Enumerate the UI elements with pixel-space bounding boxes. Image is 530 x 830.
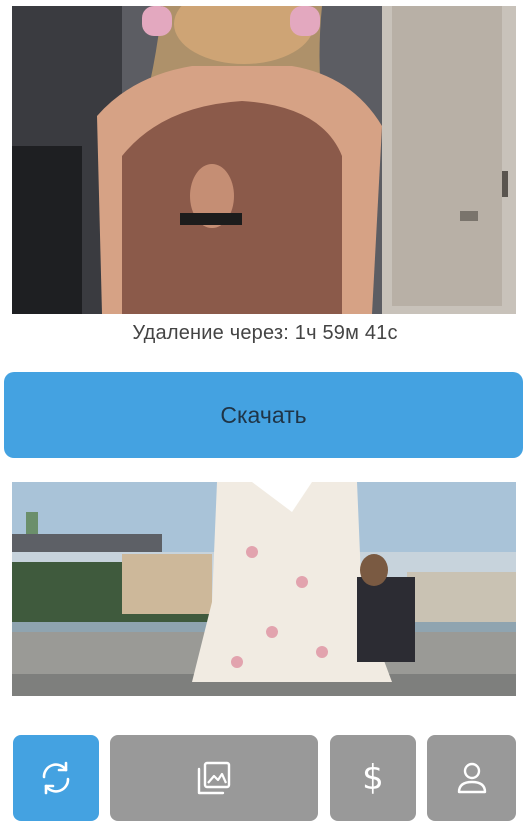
nav-refresh-button[interactable]	[13, 735, 99, 821]
refresh-icon	[42, 761, 70, 795]
generated-photo-1	[12, 6, 516, 314]
generated-photo-2	[12, 482, 516, 696]
nav-price-button[interactable]: $	[330, 735, 416, 821]
user-icon	[457, 762, 486, 794]
timer-value: 1ч 59м 41с	[294, 322, 398, 344]
download-button[interactable]: Скачать	[4, 372, 523, 458]
bottom-navigation: $	[0, 735, 530, 821]
download-button-label: Скачать	[220, 401, 307, 428]
photo-1-image	[12, 6, 516, 314]
photo-2-image	[12, 482, 516, 696]
gallery-icon	[197, 761, 231, 795]
timer-label: Удаление через:	[132, 322, 290, 344]
dollar-icon: $	[362, 758, 384, 798]
nav-profile-button[interactable]	[427, 735, 516, 821]
nav-gallery-button[interactable]	[110, 735, 318, 821]
deletion-timer: Удаление через: 1ч 59м 41с	[0, 322, 530, 345]
